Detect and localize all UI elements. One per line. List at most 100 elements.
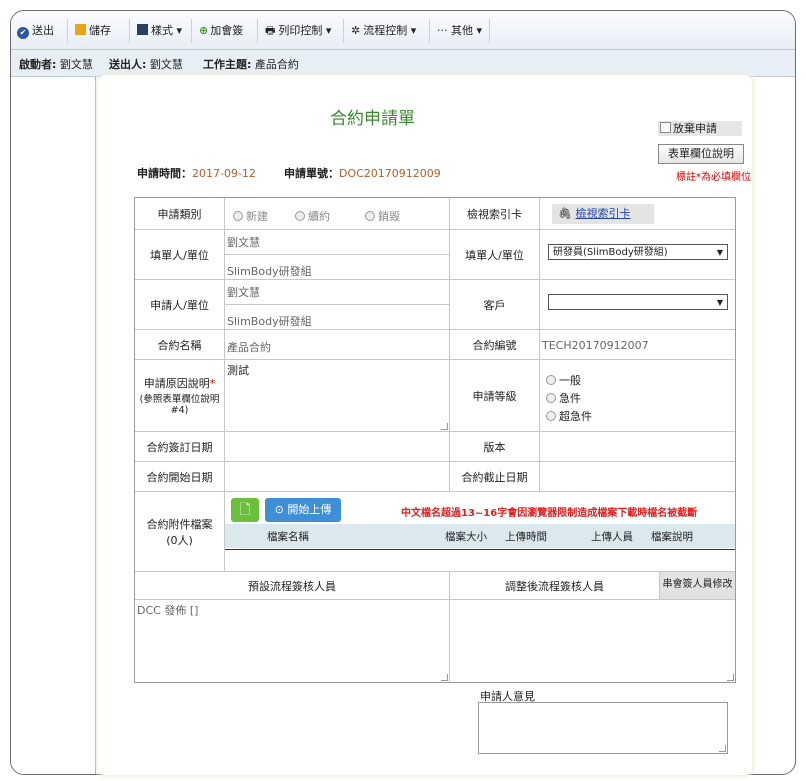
customer-select-cell: ▼ xyxy=(540,280,735,330)
toolbar-separator xyxy=(343,19,344,43)
level-option-normal[interactable]: 一般 xyxy=(546,372,581,388)
category-label: 申請類別 xyxy=(135,198,225,230)
add-sign-button[interactable]: ⊕ 加會簽 xyxy=(199,22,243,40)
attach-area: 🗋 ⊙ 開始上傳 中文檔名超過13~16字會因瀏覽器限制造成檔案下載時檔名被截斷… xyxy=(225,492,735,572)
applicant-name: 劉文慧 xyxy=(225,280,450,305)
applicant-opinion-textarea[interactable] xyxy=(478,702,728,754)
send-icon: ✔ xyxy=(17,27,29,39)
end-date-input[interactable] xyxy=(540,462,735,492)
subject-info: 工作主題: 產品合約 xyxy=(203,58,299,71)
radio-icon xyxy=(295,211,305,221)
version-label: 版本 xyxy=(450,432,540,462)
info-bar: 啟動者: 劉文慧 送出人: 劉文慧 工作主題: 產品合約 xyxy=(11,50,795,77)
toolbar-separator xyxy=(429,19,430,43)
starter-info: 啟動者: 劉文慧 xyxy=(19,58,93,71)
required-note: 標註*為必填欄位 xyxy=(676,172,751,183)
printer-icon: 🖶 xyxy=(265,24,276,37)
toolbar-separator xyxy=(489,19,490,43)
style-menu-button[interactable]: 樣式 ▾ xyxy=(137,22,182,40)
sign-date-input[interactable] xyxy=(225,432,450,462)
other-menu-button[interactable]: ··· 其他 ▾ xyxy=(437,22,482,40)
toolbar-separator xyxy=(257,19,258,43)
default-flow-label: 預設流程簽核人員 xyxy=(135,572,450,600)
save-button[interactable]: 儲存 xyxy=(75,22,111,40)
flow-menu-button[interactable]: ✲ 流程控制 ▾ xyxy=(351,22,416,40)
level-option-urgent[interactable]: 急件 xyxy=(546,390,581,406)
form-title: 合約申請單 xyxy=(330,109,415,129)
sign-date-label: 合約簽訂日期 xyxy=(135,432,225,462)
resize-grip-icon[interactable] xyxy=(719,745,726,752)
style-icon xyxy=(137,24,148,35)
reason-label: 申請原因說明* (參照表單欄位說明#4) xyxy=(135,360,225,432)
dropdown-arrow-icon: ▼ xyxy=(716,298,723,307)
filler-name: 劉文慧 xyxy=(225,230,450,255)
toolbar-separator xyxy=(129,19,130,43)
file-add-icon: 🗋 xyxy=(239,502,251,518)
checkbox-icon xyxy=(660,122,671,133)
radio-icon xyxy=(546,393,556,403)
form-table: 申請類別 新建 續約 銷毀 檢視索引卡 🖇 檢視索引卡 填單人/單位 劉文慧 S… xyxy=(134,197,736,683)
upload-warning: 中文檔名超過13~16字會因瀏覽器限制造成檔案下載時檔名被截斷 xyxy=(401,508,698,519)
resize-grip-icon[interactable] xyxy=(727,674,734,681)
start-upload-button[interactable]: ⊙ 開始上傳 xyxy=(265,498,341,522)
attach-table-divider xyxy=(225,549,735,550)
required-star: * xyxy=(209,377,216,390)
start-date-label: 合約開始日期 xyxy=(135,462,225,492)
filler-label: 填單人/單位 xyxy=(135,230,225,280)
applicant-label: 申請人/單位 xyxy=(135,280,225,330)
category-option-destroy[interactable]: 銷毀 xyxy=(365,208,400,224)
field-explain-button[interactable]: 表單欄位說明 xyxy=(658,144,744,164)
applicant-unit: SlimBody研發組 xyxy=(225,305,450,330)
view-card-cell: 🖇 檢視索引卡 xyxy=(540,198,735,230)
toolbar-separator xyxy=(67,19,68,43)
toolbar: ✔ 送出 儲存 樣式 ▾ ⊕ 加會簽 🖶 列印控制 ▾ ✲ 流程控制 ▾ ··· 其他 … xyxy=(11,11,795,50)
give-up-checkbox[interactable]: 放棄申請 xyxy=(658,121,742,136)
level-option-super-urgent[interactable]: 超急件 xyxy=(546,408,592,424)
customer-select[interactable]: ▼ xyxy=(548,294,728,310)
apply-time: 申請時間：2017-09-12 xyxy=(137,167,256,180)
start-date-input[interactable] xyxy=(225,462,450,492)
radio-icon xyxy=(546,411,556,421)
view-card-button[interactable]: 🖇 檢視索引卡 xyxy=(552,204,654,224)
category-option-new[interactable]: 新建 xyxy=(233,208,268,224)
version-input[interactable] xyxy=(540,432,735,462)
send-button[interactable]: ✔ 送出 xyxy=(17,22,54,40)
category-option-renew[interactable]: 續約 xyxy=(295,208,330,224)
category-options: 新建 續約 銷毀 xyxy=(225,198,450,230)
view-card-label: 檢視索引卡 xyxy=(450,198,540,230)
level-options: 一般 急件 超急件 xyxy=(540,360,735,432)
radio-icon xyxy=(365,211,375,221)
contract-no-value: TECH20170912007 xyxy=(540,330,735,360)
filler-select[interactable]: 研發員(SlimBody研發組) ▼ xyxy=(548,244,728,260)
contract-name-value: 產品合約 xyxy=(225,330,450,360)
adjusted-flow-textarea[interactable] xyxy=(450,600,735,682)
save-icon xyxy=(75,24,86,35)
left-panel xyxy=(11,77,96,774)
customer-label: 客戶 xyxy=(450,280,540,330)
upload-icon: ⊙ xyxy=(274,503,284,516)
filler-unit: SlimBody研發組 xyxy=(225,255,450,280)
level-label: 申請等級 xyxy=(450,360,540,432)
adjusted-flow-label: 調整後流程簽核人員 xyxy=(450,572,660,600)
add-file-button[interactable]: 🗋 xyxy=(231,498,259,522)
sender-info: 送出人: 劉文慧 xyxy=(109,58,183,71)
toolbar-separator xyxy=(191,19,192,43)
gear-icon: ✲ xyxy=(351,24,361,37)
dropdown-arrow-icon: ▼ xyxy=(716,248,723,257)
resize-grip-icon[interactable] xyxy=(441,674,448,681)
contract-name-label: 合約名稱 xyxy=(135,330,225,360)
resize-grip-icon[interactable] xyxy=(441,423,448,430)
paperclip-icon: 🖇 xyxy=(558,207,572,220)
filler-label-right: 填單人/單位 xyxy=(450,230,540,280)
contract-no-label: 合約編號 xyxy=(450,330,540,360)
print-menu-button[interactable]: 🖶 列印控制 ▾ xyxy=(265,22,331,40)
default-flow-textarea[interactable]: DCC 發佈 [] xyxy=(135,600,450,682)
attach-label: 合約附件檔案 (0人) xyxy=(135,492,225,572)
reason-textarea[interactable]: 測試 xyxy=(225,360,450,432)
apply-number: 申請單號：DOC20170912009 xyxy=(284,167,441,180)
radio-icon xyxy=(546,375,556,385)
add-sign-icon: ⊕ xyxy=(199,24,209,37)
cosign-edit-button[interactable]: 串會簽人員修改 xyxy=(660,572,735,600)
end-date-label: 合約截止日期 xyxy=(450,462,540,492)
filler-select-cell: 研發員(SlimBody研發組) ▼ xyxy=(540,230,735,280)
